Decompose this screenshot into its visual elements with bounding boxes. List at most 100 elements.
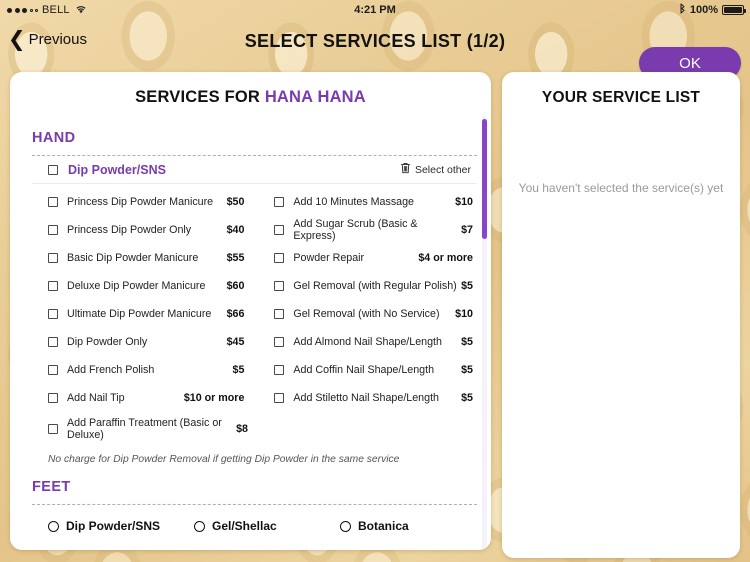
service-item[interactable]: Add 10 Minutes Massage $10 xyxy=(262,188,477,216)
service-label: Princess Dip Powder Only xyxy=(67,223,192,236)
services-list: HAND Dip Powder/SNS Select other Princes… xyxy=(10,116,491,550)
status-bar-right: 100% xyxy=(679,3,746,17)
service-item[interactable]: Add Nail Tip $10 or more xyxy=(32,384,262,412)
table-row: Princess Dip Powder Manicure $50 Add 10 Mi… xyxy=(32,188,477,216)
service-label: Gel Removal (with No Service) xyxy=(293,307,440,320)
table-row: Ultimate Dip Powder Manicure $66 Gel Remov… xyxy=(32,300,477,328)
service-label: Deluxe Dip Powder Manicure xyxy=(67,279,206,292)
section-divider-feet xyxy=(32,504,477,505)
service-checkbox[interactable] xyxy=(274,309,285,319)
category-checkbox[interactable] xyxy=(48,164,58,175)
service-checkbox[interactable] xyxy=(274,365,285,375)
service-item[interactable]: Gel Removal (with Regular Polish) $5 xyxy=(262,272,477,300)
service-checkbox[interactable] xyxy=(48,225,58,235)
service-checkbox[interactable] xyxy=(274,253,285,263)
table-row: Add Paraffin Treatment (Basic or Deluxe)… xyxy=(32,412,477,446)
service-price: $5 xyxy=(461,280,473,292)
service-label: Dip Powder Only xyxy=(67,335,148,348)
table-row: Deluxe Dip Powder Manicure $60 Gel Removal… xyxy=(32,272,477,300)
feet-option-label: Gel/Shellac xyxy=(212,519,277,533)
service-price: $5 xyxy=(232,364,245,376)
clock: 4:21 PM xyxy=(354,4,396,16)
service-price: $10 xyxy=(455,308,473,320)
service-label: Princess Dip Powder Manicure xyxy=(67,195,214,208)
services-title-prefix: SERVICES FOR xyxy=(135,88,265,106)
feet-option[interactable]: Dip Powder/SNS xyxy=(48,519,194,533)
service-label: Add Stiletto Nail Shape/Length xyxy=(293,391,439,404)
battery-percent-label: 100% xyxy=(689,4,718,16)
status-bar: BELL 4:21 PM 100% xyxy=(0,0,750,20)
trash-icon xyxy=(400,162,411,177)
service-item[interactable]: Gel Removal (with No Service) $10 xyxy=(262,300,477,328)
service-price: $50 xyxy=(226,196,245,208)
service-item[interactable]: Add Sugar Scrub (Basic & Express) $7 xyxy=(262,216,477,244)
service-price: $10 xyxy=(455,196,473,208)
category-row-dip-powder-sns[interactable]: Dip Powder/SNS Select other xyxy=(32,156,477,184)
service-item[interactable]: Add French Polish $5 xyxy=(32,356,262,384)
service-checkbox[interactable] xyxy=(48,197,58,207)
empty-state-message: You haven't selected the service(s) yet xyxy=(518,181,724,195)
service-item[interactable]: Ultimate Dip Powder Manicure $66 xyxy=(32,300,262,328)
table-row: Basic Dip Powder Manicure $55 Powder Repai… xyxy=(32,244,477,272)
feet-option-radio[interactable] xyxy=(48,520,59,532)
service-checkbox[interactable] xyxy=(274,337,285,347)
service-price: $4 or more xyxy=(418,252,473,264)
service-price: $8 xyxy=(236,423,248,435)
service-label: Add Paraffin Treatment (Basic or Deluxe) xyxy=(67,416,222,441)
section-header-feet: FEET xyxy=(32,479,71,495)
service-label: Add French Polish xyxy=(67,363,155,376)
service-checkbox[interactable] xyxy=(48,365,58,375)
table-row: Add Nail Tip $10 or more Add Stiletto Nail… xyxy=(32,384,477,412)
feet-option[interactable]: Botanica xyxy=(340,519,409,533)
service-item[interactable]: Powder Repair $4 or more xyxy=(262,244,477,272)
battery-icon xyxy=(722,5,746,15)
feet-options: Dip Powder/SNS Gel/Shellac Botanica xyxy=(32,519,477,533)
service-item[interactable]: Add Almond Nail Shape/Length $5 xyxy=(262,328,477,356)
select-other-button[interactable]: Select other xyxy=(400,162,477,177)
service-checkbox[interactable] xyxy=(48,253,58,263)
service-checkbox[interactable] xyxy=(48,309,58,319)
service-item[interactable]: Add Paraffin Treatment (Basic or Deluxe)… xyxy=(32,412,266,446)
feet-option-radio[interactable] xyxy=(194,520,205,532)
service-price: $40 xyxy=(226,224,245,236)
feet-option[interactable]: Gel/Shellac xyxy=(194,519,340,533)
service-item[interactable]: Dip Powder Only $45 xyxy=(32,328,262,356)
services-panel-title: SERVICES FOR HANA HANA xyxy=(10,72,491,107)
services-note: No charge for Dip Powder Removal if gett… xyxy=(48,454,400,465)
service-checkbox[interactable] xyxy=(48,281,58,291)
service-item[interactable]: Princess Dip Powder Manicure $50 xyxy=(32,188,262,216)
service-checkbox[interactable] xyxy=(48,337,58,347)
table-row: Dip Powder Only $45 Add Almond Nail Shape/… xyxy=(32,328,477,356)
service-label: Powder Repair xyxy=(293,251,365,264)
client-name: HANA HANA xyxy=(264,88,366,106)
service-checkbox[interactable] xyxy=(274,393,285,403)
service-checkbox[interactable] xyxy=(274,281,285,291)
service-price: $60 xyxy=(226,280,245,292)
service-price: $5 xyxy=(461,364,473,376)
service-item[interactable]: Add Coffin Nail Shape/Length $5 xyxy=(262,356,477,384)
bluetooth-icon xyxy=(679,3,686,17)
select-other-label: Select other xyxy=(414,163,471,176)
service-label: Add Sugar Scrub (Basic & Express) xyxy=(293,217,418,242)
scrollbar-thumb[interactable] xyxy=(482,119,487,239)
service-checkbox[interactable] xyxy=(48,393,58,403)
service-item[interactable]: Deluxe Dip Powder Manicure $60 xyxy=(32,272,262,300)
service-price: $5 xyxy=(461,336,473,348)
service-checkbox[interactable] xyxy=(274,225,285,235)
service-checkbox[interactable] xyxy=(48,424,58,434)
service-label: Add Almond Nail Shape/Length xyxy=(293,335,442,348)
table-row: Add French Polish $5 Add Coffin Nail Shape… xyxy=(32,356,477,384)
category-label: Dip Powder/SNS xyxy=(68,162,166,177)
feet-option-radio[interactable] xyxy=(340,520,351,532)
service-checkbox[interactable] xyxy=(274,197,285,207)
service-label: Add Coffin Nail Shape/Length xyxy=(293,363,435,376)
feet-option-label: Dip Powder/SNS xyxy=(66,519,161,533)
feet-option-label: Botanica xyxy=(358,519,409,533)
table-row: Princess Dip Powder Only $40 Add Sugar Scr… xyxy=(32,216,477,244)
service-price: $7 xyxy=(461,224,473,236)
service-item[interactable]: Princess Dip Powder Only $40 xyxy=(32,216,262,244)
service-item[interactable]: Add Stiletto Nail Shape/Length $5 xyxy=(262,384,477,412)
service-label: Gel Removal (with Regular Polish) xyxy=(293,279,457,292)
service-item[interactable]: Basic Dip Powder Manicure $55 xyxy=(32,244,262,272)
your-service-list-panel: YOUR SERVICE LIST You haven't selected t… xyxy=(502,72,740,558)
